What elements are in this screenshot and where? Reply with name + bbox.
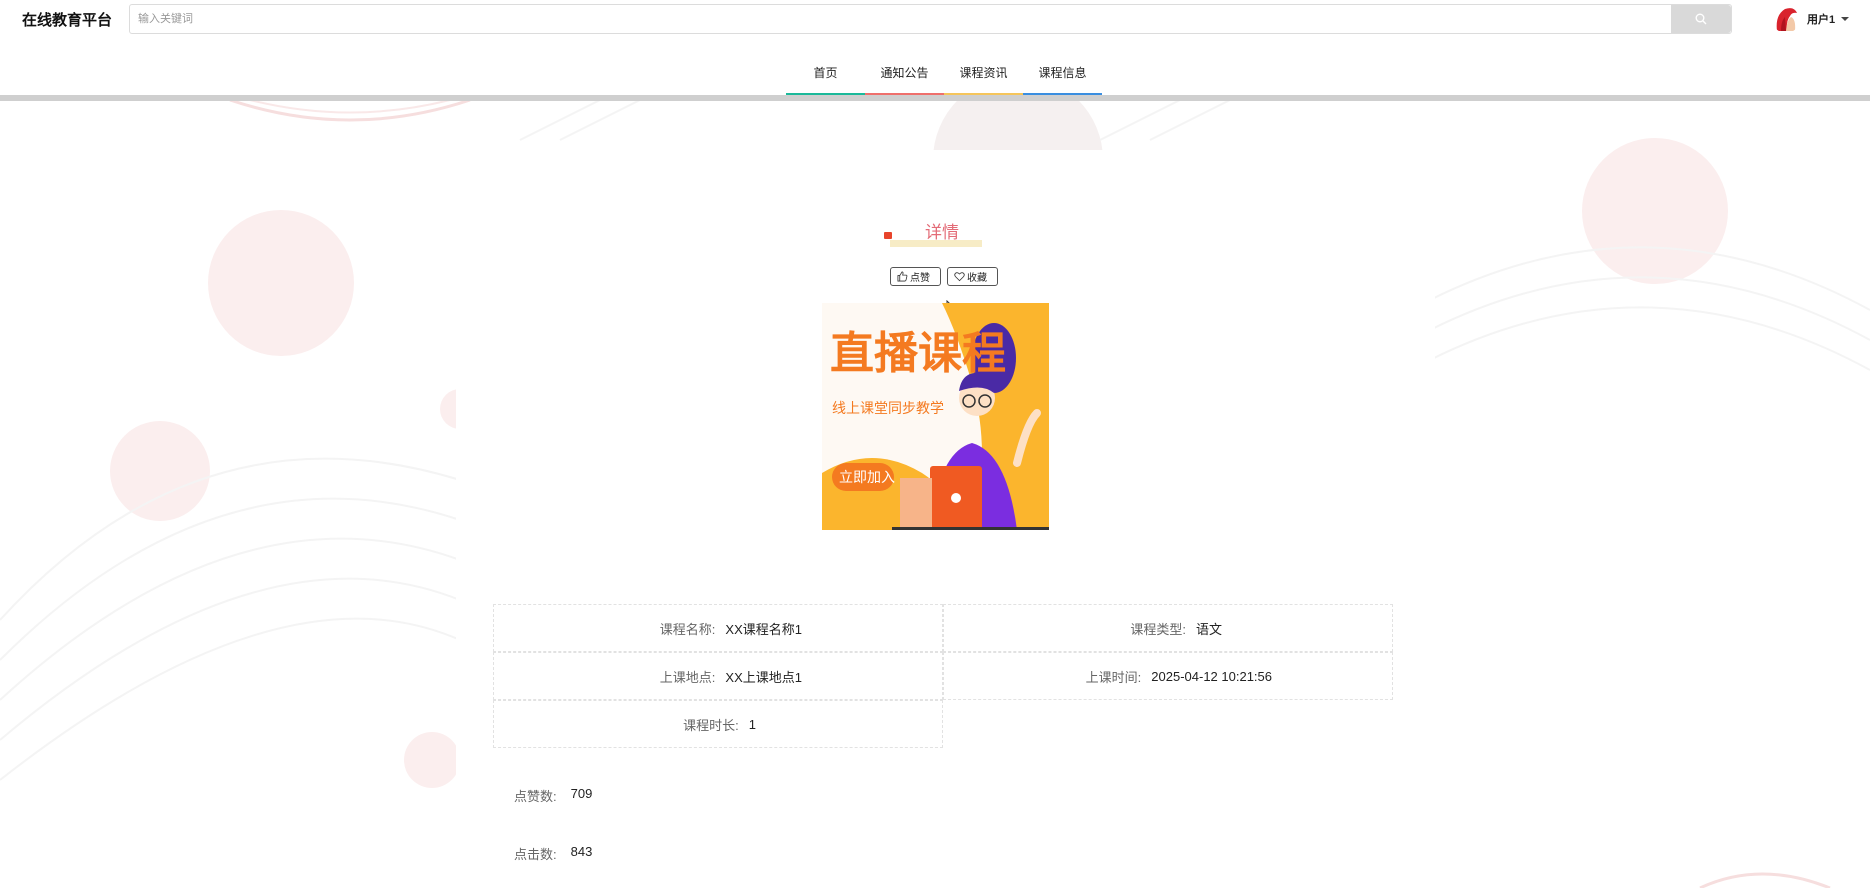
nav-label: 首页 <box>813 66 838 80</box>
heart-icon <box>954 272 965 282</box>
like-label: 点赞 <box>910 273 930 284</box>
nav-label: 课程资讯 <box>959 66 1008 80</box>
poster-illustration: 直播课程 线上课堂同步教学 立即加入 <box>822 303 1049 530</box>
location-value: XX上课地点1 <box>725 669 802 685</box>
collect-button[interactable]: 收藏 <box>947 267 998 286</box>
nav-divider <box>0 95 1870 101</box>
field-label: 课程名称: <box>659 621 716 637</box>
likes-count: 709 <box>570 786 593 801</box>
course-poster-image: 直播课程 线上课堂同步教学 立即加入 <box>822 303 1049 530</box>
thumbs-up-icon <box>897 271 908 282</box>
stat-label: 点赞数: <box>514 789 557 804</box>
page-title: 详情 <box>925 223 959 242</box>
detail-title-block: 详情 <box>884 218 999 250</box>
nav-label: 通知公告 <box>880 66 929 80</box>
field-course-name: 课程名称: XX课程名称1 <box>493 604 943 652</box>
field-label: 上课时间: <box>1085 669 1142 685</box>
avatar[interactable] <box>1772 5 1800 33</box>
search-box <box>129 4 1732 34</box>
field-time: 上课时间: 2025-04-12 10:21:56 <box>943 652 1393 700</box>
site-brand[interactable]: 在线教育平台 <box>22 9 112 30</box>
poster-subheading: 线上课堂同步教学 <box>832 401 944 417</box>
stat-likes: 点赞数: 709 <box>514 786 592 805</box>
flag-icon <box>884 232 892 239</box>
clicks-count: 843 <box>570 844 593 859</box>
course-name-value: XX课程名称1 <box>725 621 802 637</box>
field-label: 上课地点: <box>659 669 716 685</box>
stat-label: 点击数: <box>514 847 557 862</box>
poster-cta: 立即加入 <box>839 470 895 486</box>
like-button[interactable]: 点赞 <box>890 267 941 286</box>
field-label: 课程时长: <box>683 717 739 733</box>
top-header: 在线教育平台 用户1 <box>0 0 1870 38</box>
course-type-value: 语文 <box>1195 621 1222 637</box>
time-value: 2025-04-12 10:21:56 <box>1151 668 1272 684</box>
search-input[interactable] <box>130 5 1673 33</box>
field-location: 上课地点: XX上课地点1 <box>493 652 943 700</box>
poster-heading: 直播课程 <box>830 328 1006 379</box>
user-menu[interactable]: 用户1 <box>1772 4 1850 34</box>
chevron-down-icon[interactable] <box>1841 17 1850 21</box>
field-label: 课程类型: <box>1130 621 1186 637</box>
field-course-type: 课程类型: 语文 <box>943 604 1393 652</box>
duration-value: 1 <box>748 716 756 732</box>
stat-clicks: 点击数: 843 <box>514 844 592 863</box>
field-duration: 课程时长: 1 <box>493 700 943 748</box>
collect-label: 收藏 <box>967 273 987 284</box>
search-icon <box>1695 13 1707 25</box>
nav-label: 课程信息 <box>1038 66 1087 80</box>
search-button[interactable] <box>1671 5 1731 33</box>
user-name[interactable]: 用户1 <box>1807 11 1835 27</box>
